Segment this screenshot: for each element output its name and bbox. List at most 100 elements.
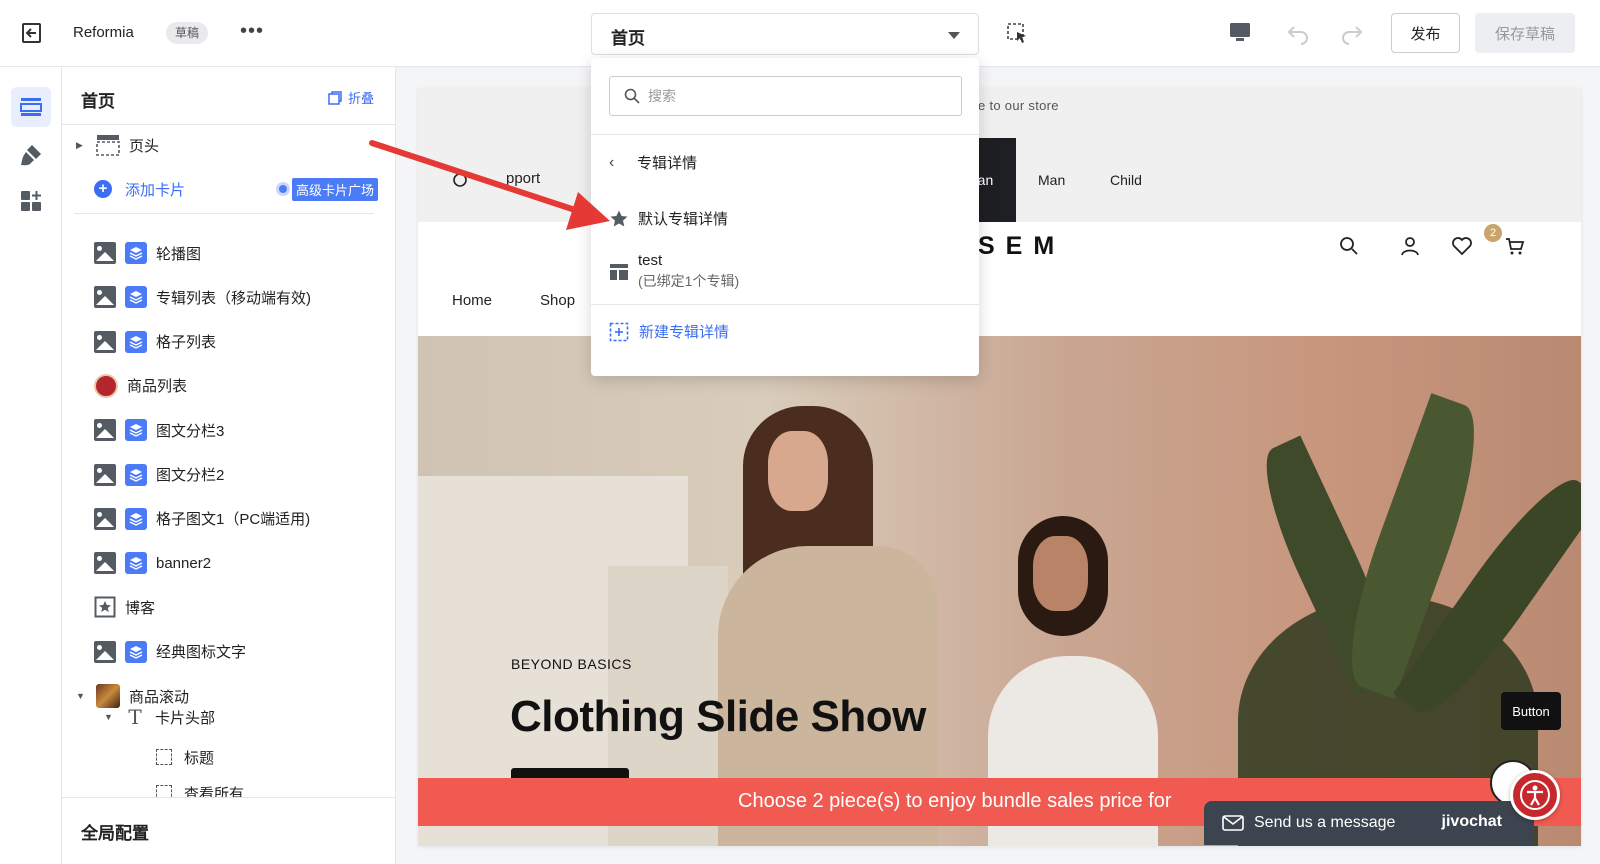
dropdown-item-test[interactable]: test (已绑定1个专辑) [609,252,739,291]
account-icon[interactable] [1398,234,1422,258]
layout-icon [610,264,628,280]
dropdown-item-default-album[interactable]: 默认专辑详情 [609,208,728,229]
global-config-bar[interactable]: 全局配置 [62,797,395,864]
divider [74,213,374,214]
exit-editor-icon[interactable] [20,22,44,44]
section-item[interactable]: 专辑列表（移动端有效) [94,279,311,315]
undo-icon[interactable] [1286,21,1310,45]
layers-icon [125,463,147,486]
nav-shop[interactable]: Shop [540,292,575,309]
section-item[interactable]: 博客 [94,589,155,625]
announcement-text: e to our store [978,98,1059,113]
layers-icon [125,419,147,442]
section-header[interactable]: ▶ 页头 [76,127,159,163]
rail-sections[interactable] [11,87,51,127]
section-sub-header[interactable]: ▼ T 卡片头部 [104,699,215,735]
apps-add-icon [21,191,41,211]
hero-image-model [768,431,828,511]
gender-tab-child[interactable]: Child [1110,138,1142,222]
layers-icon [125,286,147,309]
wishlist-icon[interactable] [1450,234,1474,258]
support-link[interactable]: pport [506,170,540,187]
hero-image-model [1033,536,1088,611]
sections-icon [20,98,42,116]
section-label: 格子图文1（PC端适用) [156,511,311,529]
section-label: 经典图标文字 [156,644,247,662]
publish-button[interactable]: 发布 [1391,13,1460,53]
premium-dot-icon [279,185,287,193]
search-icon[interactable] [1337,234,1361,258]
floating-button[interactable]: Button [1501,692,1561,730]
page-selector-dropdown: ‹ 专辑详情 默认专辑详情 test (已绑定1个专辑) 新建专辑详情 [591,58,979,376]
select-element-icon[interactable] [1006,22,1028,44]
premium-card-plaza-tag[interactable]: 高级卡片广场 [292,178,379,201]
layers-icon [125,330,147,353]
image-icon [94,640,116,663]
rail-apps[interactable] [11,181,51,221]
dropdown-new-label: 新建专辑详情 [639,324,730,341]
page-selector-value: 首页 [611,29,645,48]
promo-text: Choose 2 piece(s) to enjoy bundle sales … [738,790,1172,812]
store-logo[interactable]: SEM [978,232,1065,261]
section-item[interactable]: banner2 [94,545,211,581]
dropdown-back-label: 专辑详情 [637,155,698,172]
add-card-button[interactable]: + 添加卡片 [94,171,185,207]
dropdown-item-label: 默认专辑详情 [638,211,729,228]
section-item[interactable]: 图文分栏3 [94,412,224,448]
chat-widget[interactable]: Send us a message jivochat [1204,801,1534,845]
gender-tab-label: Man [1038,172,1066,188]
app-name: Reformia [73,24,134,41]
dropdown-new-album-detail[interactable]: 新建专辑详情 [609,321,729,342]
desktop-view-icon[interactable] [1228,20,1252,44]
dropdown-search-field[interactable] [609,76,962,116]
accessibility-icon [1520,780,1550,810]
sections-panel: 首页 折叠 ▶ 页头 + 添加卡片 高级卡片广场 轮播图 专辑列表（移动端有效) 格… [62,67,396,864]
draft-status-badge: 草稿 [166,22,209,44]
image-icon [94,286,116,309]
caret-down-icon [948,32,960,39]
save-draft-button[interactable]: 保存草稿 [1475,13,1575,53]
rail-theme[interactable] [11,135,51,175]
product-badge-icon [94,373,118,398]
dropdown-item-sub: (已绑定1个专辑) [638,273,740,289]
collapse-label: 折叠 [348,91,375,106]
chat-brand-logo: jivochat [1441,813,1502,830]
section-item[interactable]: 轮播图 [94,235,201,271]
nav-home[interactable]: Home [452,292,492,309]
image-icon [94,463,116,486]
section-label: 卡片头部 [155,709,216,727]
redo-icon[interactable] [1340,21,1364,45]
dropdown-search-input[interactable] [648,88,928,104]
divider [591,304,979,305]
mail-icon [1222,815,1244,831]
gender-tab-label: Child [1110,172,1142,188]
image-icon [94,242,116,264]
header-section-icon [96,135,120,156]
cart-icon[interactable] [1503,234,1527,258]
wishlist-count-badge: 2 [1484,224,1502,242]
section-item[interactable]: 格子图文1（PC端适用) [94,501,310,537]
section-label: 专辑列表（移动端有效) [156,289,311,307]
page-selector[interactable]: 首页 [591,13,979,55]
expand-down-icon: ▼ [76,691,85,701]
chevron-left-icon: ‹ [609,153,615,171]
top-bar: Reformia 草稿 ••• 首页 发布 保存草稿 [0,0,1600,67]
collapse-button[interactable]: 折叠 [327,88,374,107]
add-circle-icon: + [94,180,112,198]
layers-icon [125,507,147,530]
section-item[interactable]: 经典图标文字 [94,634,246,670]
section-label: 轮播图 [156,245,202,263]
dropdown-item-label: test [638,252,663,269]
section-label: 页头 [129,137,160,155]
star-icon [610,210,628,226]
sub-item-title[interactable]: 标题 [156,739,214,775]
section-item[interactable]: 商品列表 [94,368,187,404]
gender-tab-man[interactable]: Man [1038,138,1065,222]
collapse-icon [328,90,342,105]
more-options-button[interactable]: ••• [240,20,264,43]
section-item[interactable]: 图文分栏2 [94,457,224,493]
dropdown-back-item[interactable]: ‹ 专辑详情 [609,152,697,173]
accessibility-button[interactable] [1510,770,1560,820]
section-item[interactable]: 格子列表 [94,324,216,360]
section-label: 博客 [125,599,156,617]
